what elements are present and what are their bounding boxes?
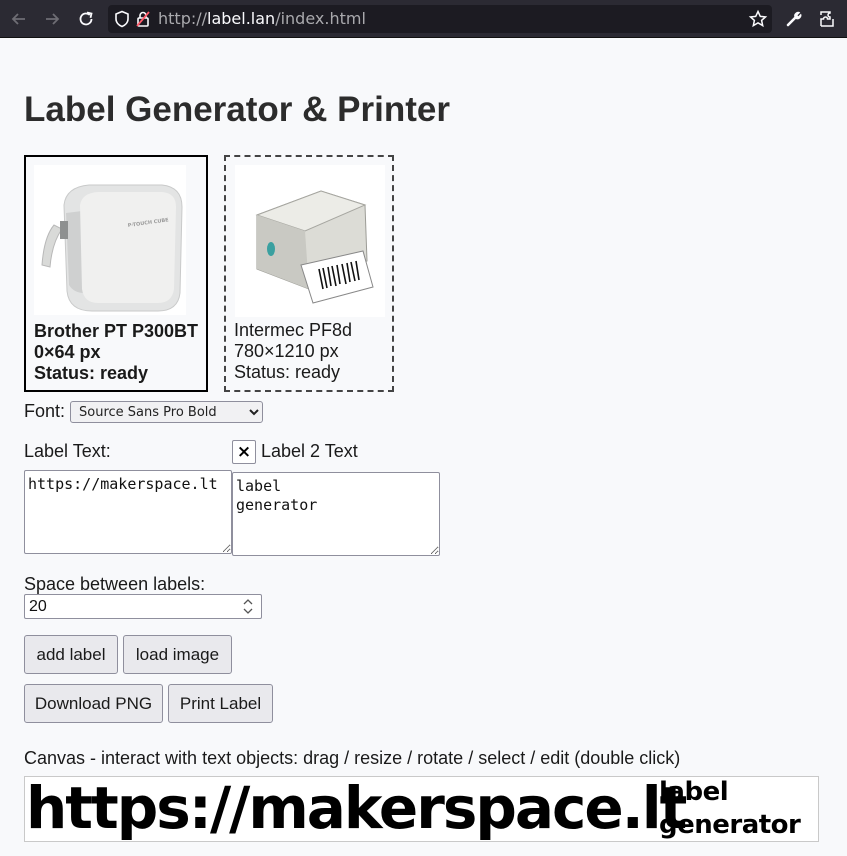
download-png-button[interactable]: Download PNG bbox=[24, 684, 163, 723]
printer-status: Status: ready bbox=[234, 362, 341, 382]
extensions-icon[interactable] bbox=[817, 9, 837, 29]
label-canvas[interactable]: https://makerspace.lt label generator bbox=[24, 776, 819, 842]
print-label-button[interactable]: Print Label bbox=[168, 684, 273, 723]
add-label-button[interactable]: add label bbox=[24, 635, 118, 674]
forward-arrow-icon[interactable] bbox=[42, 9, 62, 29]
spacing-input[interactable] bbox=[25, 595, 237, 618]
insecure-lock-icon[interactable] bbox=[133, 9, 153, 29]
load-image-button[interactable]: load image bbox=[123, 635, 232, 674]
shield-icon[interactable] bbox=[112, 9, 132, 29]
wrench-icon[interactable] bbox=[784, 9, 804, 29]
label2-checkbox[interactable]: × bbox=[232, 440, 256, 464]
canvas-text-object-1[interactable]: https://makerspace.lt bbox=[26, 777, 687, 841]
label2-textarea[interactable]: label generator bbox=[232, 472, 440, 556]
printer-info: Intermec PF8d 780×1210 px Status: ready bbox=[234, 320, 352, 383]
label-printer-cube-image: P-TOUCH CUBE bbox=[34, 165, 186, 315]
page-title: Label Generator & Printer bbox=[24, 90, 450, 129]
reload-icon[interactable] bbox=[76, 9, 96, 29]
printer-size: 780×1210 px bbox=[234, 341, 339, 361]
printer-name: Brother PT P300BT bbox=[34, 321, 199, 341]
printer-info: Brother PT P300BT 0×64 px Status: ready bbox=[34, 321, 198, 384]
printer-card-brother[interactable]: P-TOUCH CUBE Brother PT P300BT 0×64 px S… bbox=[24, 155, 208, 392]
printer-size: 0×64 px bbox=[34, 342, 101, 362]
url-text[interactable]: http://label.lan/index.html bbox=[158, 9, 366, 29]
label2-text-heading: Label 2 Text bbox=[261, 441, 358, 461]
canvas-text-object-2[interactable]: label generator bbox=[659, 777, 801, 841]
spacing-input-box[interactable] bbox=[24, 594, 262, 619]
printer-name: Intermec PF8d bbox=[234, 320, 353, 340]
back-arrow-icon[interactable] bbox=[9, 9, 29, 29]
label1-textarea[interactable]: https://makerspace.lt bbox=[24, 470, 232, 554]
font-select[interactable]: Source Sans Pro Bold bbox=[70, 401, 263, 423]
spacing-label: Space between labels: bbox=[24, 574, 206, 594]
font-label: Font: bbox=[24, 401, 66, 421]
url-host: label.lan bbox=[207, 9, 276, 28]
barcode-printer-image bbox=[235, 165, 385, 317]
printer-card-intermec[interactable]: Intermec PF8d 780×1210 px Status: ready bbox=[224, 155, 394, 392]
bookmark-star-icon[interactable] bbox=[748, 9, 768, 29]
spinner-arrows-icon[interactable] bbox=[241, 597, 255, 616]
label-text-heading: Label Text: bbox=[24, 441, 111, 461]
canvas-caption: Canvas - interact with text objects: dra… bbox=[24, 748, 681, 768]
printer-status: Status: ready bbox=[34, 363, 149, 383]
browser-toolbar: http://label.lan/index.html bbox=[0, 0, 847, 38]
